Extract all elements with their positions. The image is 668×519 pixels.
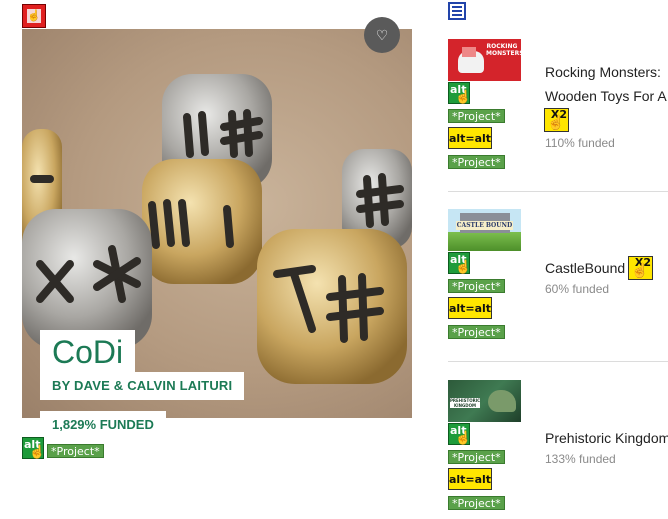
alt-equals-badge[interactable]: alt=alt: [448, 127, 492, 149]
item-title-line2[interactable]: Wooden Toys For A: [545, 88, 667, 104]
x2-badge[interactable]: X2 ☝: [628, 256, 653, 280]
project-tag[interactable]: *Project*: [448, 450, 505, 464]
featured-title[interactable]: CoDi: [40, 330, 136, 374]
project-tag[interactable]: *Project*: [448, 496, 505, 510]
pointer-hand-icon: ☝: [547, 114, 565, 130]
project-tag[interactable]: *Project*: [448, 109, 505, 123]
project-tag[interactable]: *Project*: [47, 444, 104, 458]
heart-icon: ♡: [375, 26, 389, 43]
list-divider: [448, 361, 668, 362]
item-title[interactable]: Rocking Monsters:: [545, 64, 661, 80]
item-title[interactable]: CastleBound: [545, 260, 625, 276]
item-funded-percent: 60% funded: [545, 282, 610, 296]
pointer-hand-icon: ☝: [455, 259, 472, 274]
alt-equals-badge[interactable]: alt=alt: [448, 297, 492, 319]
thumbnail-prehistoric-kingdom[interactable]: PREHISTORIC KINGDOM: [448, 380, 521, 422]
item-title[interactable]: Prehistoric Kingdom: [545, 430, 668, 446]
alt-equals-badge[interactable]: alt=alt: [448, 468, 492, 490]
pointer-hand-icon: ☝: [29, 444, 46, 459]
pointer-hand-icon: ☝: [631, 262, 649, 278]
pointer-hand-icon: ☝: [455, 430, 472, 445]
favorite-heart-button[interactable]: ♡: [364, 17, 400, 53]
alt-badge[interactable]: alt ☝: [448, 423, 472, 445]
featured-byline: BY DAVE & CALVIN LAITURI: [40, 372, 245, 400]
project-tag[interactable]: *Project*: [448, 325, 505, 339]
thumbnail-castlebound[interactable]: CASTLE BOUND: [448, 209, 521, 251]
list-view-icon[interactable]: [448, 2, 466, 20]
featured-funded-percent: 1,829% FUNDED: [40, 411, 166, 439]
thumbnail-rocking-monsters[interactable]: ROCKING MONSTERS: [448, 39, 521, 81]
bookmark-flag-icon[interactable]: ☝: [22, 4, 46, 28]
list-divider: [448, 191, 668, 192]
alt-badge[interactable]: alt ☝: [22, 437, 46, 459]
x2-badge[interactable]: X2 ☝: [544, 108, 569, 132]
pointer-hand-icon: ☝: [455, 89, 472, 104]
project-tag[interactable]: *Project*: [448, 279, 505, 293]
project-tag[interactable]: *Project*: [448, 155, 505, 169]
alt-badge[interactable]: alt ☝: [448, 82, 472, 104]
alt-badge[interactable]: alt ☝: [448, 252, 472, 274]
item-funded-percent: 110% funded: [545, 136, 615, 150]
item-funded-percent: 133% funded: [545, 452, 616, 466]
